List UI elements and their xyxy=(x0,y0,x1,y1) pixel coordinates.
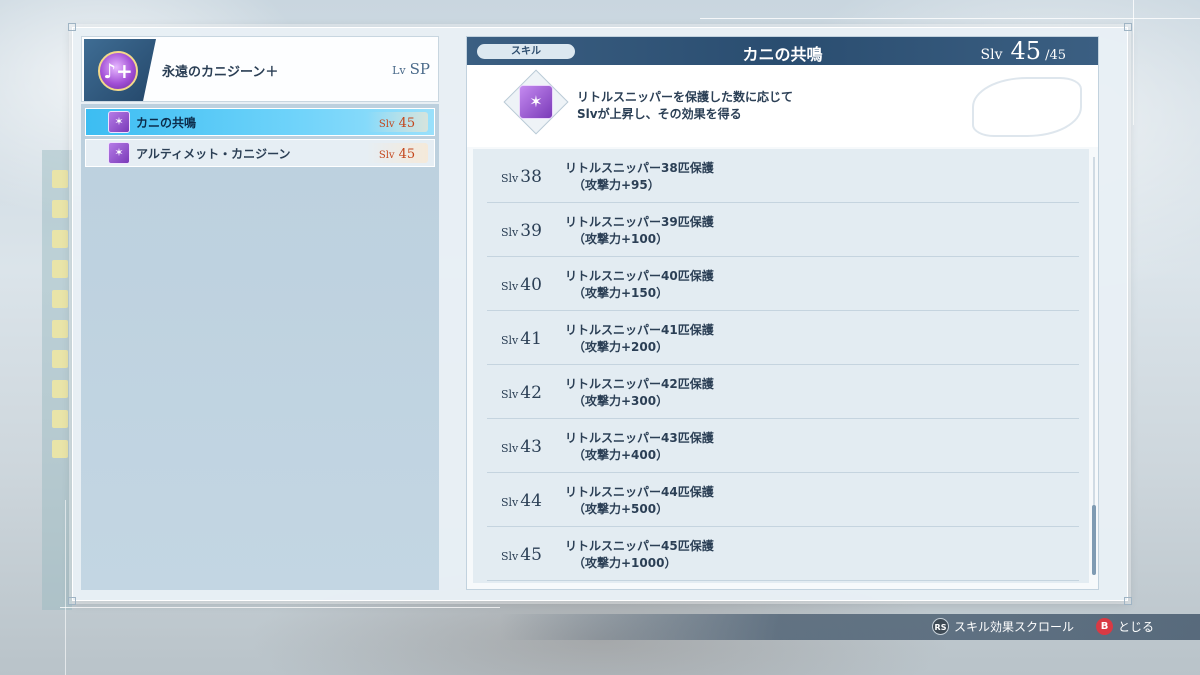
close-hint-label: とじる xyxy=(1118,620,1155,634)
decoration-ornament xyxy=(972,77,1082,137)
scrollbar-thumb[interactable] xyxy=(1092,505,1096,575)
skill-detail-panel: スキル カニの共鳴 Slv 45/45 ✶ リトルスニッパーを保護した数に応じて … xyxy=(466,36,1099,590)
level-effect: （攻撃力+95） xyxy=(573,178,660,192)
slv-label: Slv xyxy=(501,172,519,185)
level-value: SP xyxy=(409,60,430,78)
frame-line xyxy=(1133,0,1134,125)
slv-value: 42 xyxy=(520,383,542,403)
level-label: Slv 42 xyxy=(501,383,542,403)
scroll-hint[interactable]: RS スキル効果スクロール xyxy=(932,618,1074,635)
close-hint[interactable]: B とじる xyxy=(1096,618,1154,635)
scroll-hint-label: スキル効果スクロール xyxy=(954,620,1075,634)
skill-description: ✶ リトルスニッパーを保護した数に応じて Slvが上昇し、その効果を得る xyxy=(467,65,1098,147)
level-label: Slv 41 xyxy=(501,329,542,349)
level-row: Slv 44 リトルスニッパー44匹保護 （攻撃力+500） xyxy=(487,473,1079,527)
level-row: Slv 40 リトルスニッパー40匹保護 （攻撃力+150） xyxy=(487,257,1079,311)
detail-skill-level: Slv 45/45 xyxy=(981,37,1066,65)
star-emblem-icon: ♪+ xyxy=(98,51,138,91)
skill-level-value: 45 xyxy=(398,116,416,131)
slv-label: Slv xyxy=(501,334,519,347)
character-header: ♪+ 永遠のカニジーン＋ Lv SP xyxy=(81,36,439,102)
level-effect: （攻撃力+1000） xyxy=(573,556,677,570)
level-condition: リトルスニッパー42匹保護 xyxy=(565,377,714,391)
level-row: Slv 43 リトルスニッパー43匹保護 （攻撃力+400） xyxy=(487,419,1079,473)
level-label: Slv 39 xyxy=(501,221,542,241)
window-corner xyxy=(1124,597,1132,605)
character-level: Lv SP xyxy=(392,59,430,78)
skill-level-label: Slv xyxy=(378,119,395,130)
level-effects-list[interactable]: Slv 38 リトルスニッパー38匹保護 （攻撃力+95） Slv 39 リトルスニ… xyxy=(473,149,1089,583)
slv-label: Slv xyxy=(501,226,519,239)
skill-level-value: 45 xyxy=(398,147,416,162)
slv-value: 39 xyxy=(520,221,542,241)
level-label: Slv 44 xyxy=(501,491,542,511)
slv-value: 38 xyxy=(520,167,542,187)
level-label: Lv xyxy=(392,64,406,77)
button-hint-bar: RS スキル効果スクロール B とじる xyxy=(500,614,1200,640)
slv-label: Slv xyxy=(501,442,519,455)
level-label: Slv 38 xyxy=(501,167,542,187)
slv-value: 43 xyxy=(520,437,542,457)
slv-value: 44 xyxy=(520,491,542,511)
level-effect: （攻撃力+150） xyxy=(573,286,669,300)
skill-item-ultimate-kanijiin[interactable]: ✶ アルティメット・カニジーン Slv 45 xyxy=(85,139,435,167)
rs-stick-icon: RS xyxy=(932,618,949,635)
frame-line xyxy=(60,607,500,608)
skill-list-panel: ♪+ 永遠のカニジーン＋ Lv SP ✶ カニの共鳴 Slv 45 ✶ アルティメッ… xyxy=(81,36,439,590)
detail-slv-max: 45 xyxy=(1049,48,1066,63)
level-label: Slv 43 xyxy=(501,437,542,457)
b-button-icon: B xyxy=(1096,618,1113,635)
description-line: Slvが上昇し、その効果を得る xyxy=(577,107,742,121)
slv-value: 40 xyxy=(520,275,542,295)
window-corner xyxy=(1124,23,1132,31)
description-text: リトルスニッパーを保護した数に応じて Slvが上昇し、その効果を得る xyxy=(577,89,793,123)
window-corner xyxy=(68,23,76,31)
skill-name: カニの共鳴 xyxy=(136,115,197,130)
level-condition: リトルスニッパー39匹保護 xyxy=(565,215,714,229)
skill-list-background xyxy=(81,104,439,590)
detail-slv-current: 45 xyxy=(1010,37,1042,65)
level-row: Slv 41 リトルスニッパー41匹保護 （攻撃力+200） xyxy=(487,311,1079,365)
skill-item-kani-no-kyoumei[interactable]: ✶ カニの共鳴 Slv 45 xyxy=(85,108,435,136)
frame-line xyxy=(700,18,1200,19)
level-effect: （攻撃力+200） xyxy=(573,340,669,354)
frame-line xyxy=(65,500,66,675)
level-effect: （攻撃力+500） xyxy=(573,502,669,516)
slv-value: 45 xyxy=(520,545,542,565)
level-condition: リトルスニッパー44匹保護 xyxy=(565,485,714,499)
skill-level-badge: Slv 45 xyxy=(366,143,428,163)
skill-level-badge: Slv 45 xyxy=(366,112,428,132)
level-condition: リトルスニッパー38匹保護 xyxy=(565,161,714,175)
level-condition: リトルスニッパー40匹保護 xyxy=(565,269,714,283)
character-name: 永遠のカニジーン＋ xyxy=(162,65,279,80)
level-row: Slv 42 リトルスニッパー42匹保護 （攻撃力+300） xyxy=(487,365,1079,419)
slv-label: Slv xyxy=(501,550,519,563)
level-condition: リトルスニッパー41匹保護 xyxy=(565,323,714,337)
skill-name: アルティメット・カニジーン xyxy=(136,146,291,161)
level-effect: （攻撃力+100） xyxy=(573,232,669,246)
slv-value: 41 xyxy=(520,329,542,349)
detail-slv-label: Slv xyxy=(980,47,1003,63)
window-corner xyxy=(68,597,76,605)
level-condition: リトルスニッパー43匹保護 xyxy=(565,431,714,445)
detail-header: スキル カニの共鳴 Slv 45/45 xyxy=(467,37,1098,65)
level-condition: リトルスニッパー45匹保護 xyxy=(565,539,714,553)
slv-label: Slv xyxy=(501,496,519,509)
crab-icon: ✶ xyxy=(108,111,130,133)
level-row: Slv 38 リトルスニッパー38匹保護 （攻撃力+95） xyxy=(487,149,1079,203)
slv-label: Slv xyxy=(501,388,519,401)
level-label: Slv 45 xyxy=(501,545,542,565)
level-label: Slv 40 xyxy=(501,275,542,295)
crab-icon: ✶ xyxy=(519,85,553,119)
level-effect: （攻撃力+400） xyxy=(573,448,669,462)
slv-label: Slv xyxy=(501,280,519,293)
background-strip xyxy=(42,150,72,610)
crab-icon: ✶ xyxy=(108,142,130,164)
description-line: リトルスニッパーを保護した数に応じて xyxy=(577,90,794,104)
skill-level-label: Slv xyxy=(378,150,395,161)
level-effect: （攻撃力+300） xyxy=(573,394,669,408)
level-row: Slv 39 リトルスニッパー39匹保護 （攻撃力+100） xyxy=(487,203,1079,257)
level-row: Slv 45 リトルスニッパー45匹保護 （攻撃力+1000） xyxy=(487,527,1079,581)
